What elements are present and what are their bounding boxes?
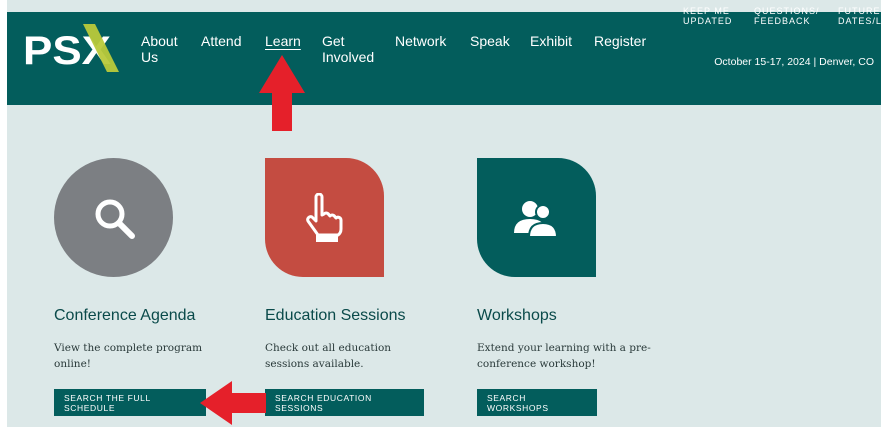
- event-date-location: October 15-17, 2024 | Denver, CO: [714, 56, 874, 68]
- psx-logo[interactable]: PSX: [21, 16, 121, 81]
- users-icon[interactable]: [477, 158, 596, 277]
- site-header: PSX About Us Attend Learn Get Involved N…: [7, 6, 881, 105]
- search-full-schedule-button[interactable]: SEARCH THE FULL SCHEDULE: [54, 389, 206, 416]
- card-desc-education-sessions: Check out all education sessions availab…: [265, 342, 392, 370]
- card-title-workshops: Workshops: [477, 307, 557, 324]
- nav-learn[interactable]: Learn: [265, 33, 301, 49]
- nav-network[interactable]: Network: [395, 33, 446, 49]
- nav-speak[interactable]: Speak: [470, 33, 510, 49]
- util-keep-me-updated[interactable]: KEEP ME UPDATED: [683, 6, 739, 26]
- util-questions-feedback[interactable]: QUESTIONS/ FEEDBACK: [754, 6, 824, 26]
- search-workshops-button[interactable]: SEARCH WORKSHOPS: [477, 389, 597, 416]
- card-title-conference-agenda: Conference Agenda: [54, 307, 196, 324]
- page: PSX About Us Attend Learn Get Involved N…: [7, 0, 881, 427]
- nav-register[interactable]: Register: [594, 33, 646, 49]
- red-arrow-left-icon: [200, 381, 266, 425]
- red-arrow-up-icon: [259, 55, 305, 131]
- nav-exhibit[interactable]: Exhibit: [530, 33, 572, 49]
- card-desc-workshops: Extend your learning with a pre-conferen…: [477, 342, 651, 370]
- card-title-education-sessions: Education Sessions: [265, 307, 406, 324]
- hand-pointer-icon[interactable]: [265, 158, 384, 277]
- nav-attend[interactable]: Attend: [201, 33, 241, 49]
- card-desc-conference-agenda: View the complete program online!: [54, 342, 203, 370]
- search-education-sessions-button[interactable]: SEARCH EDUCATION SESSIONS: [265, 389, 424, 416]
- search-icon[interactable]: [54, 158, 173, 277]
- util-future-dates[interactable]: FUTURE DATES/L: [838, 6, 881, 26]
- nav-about-us[interactable]: About Us: [141, 33, 186, 65]
- nav-get-involved[interactable]: Get Involved: [322, 33, 380, 65]
